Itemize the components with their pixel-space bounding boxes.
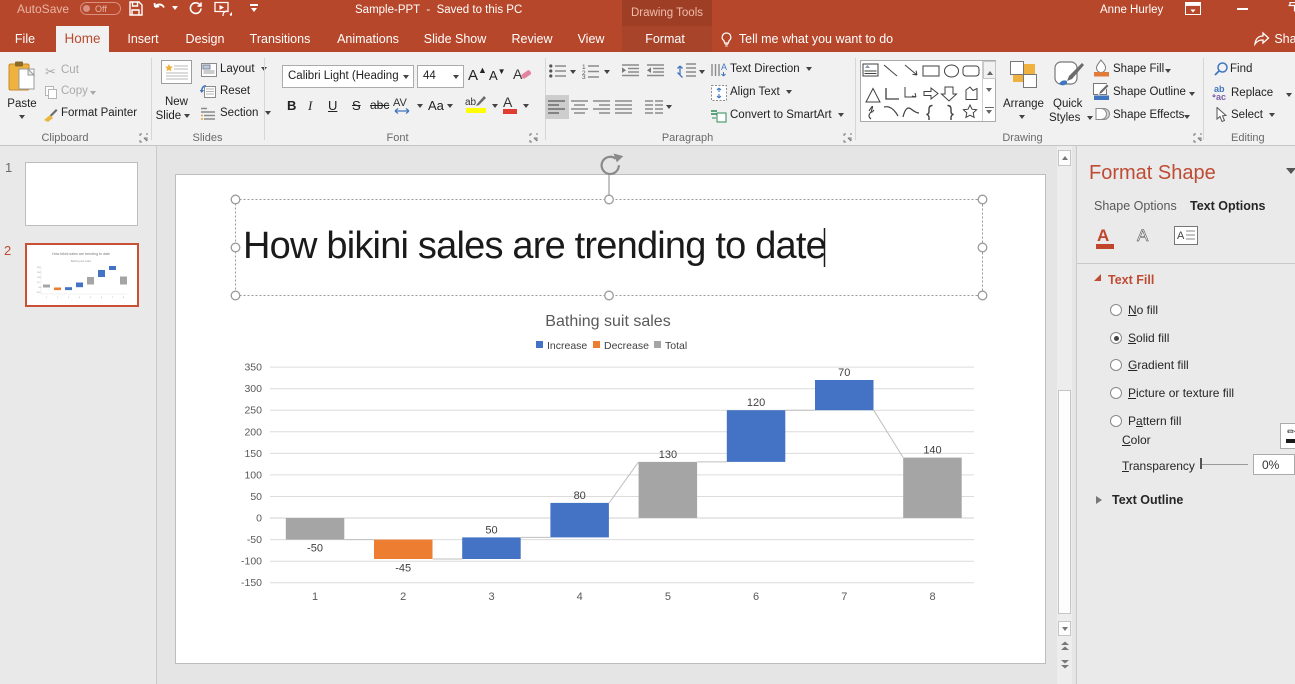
svg-text:A: A (513, 66, 523, 82)
svg-text:4: 4 (79, 297, 81, 299)
svg-text:5: 5 (90, 297, 92, 299)
svg-text:How bikini sales are trending: How bikini sales are trending to date (52, 252, 110, 256)
svg-text:150: 150 (37, 277, 41, 279)
svg-text:8: 8 (123, 297, 125, 299)
svg-text:3: 3 (582, 74, 586, 79)
svg-text:Bathing suit sales: Bathing suit sales (71, 259, 92, 263)
svg-text:1: 1 (46, 297, 48, 299)
svg-text:350: 350 (37, 267, 41, 269)
svg-text:2: 2 (57, 297, 59, 299)
svg-text:-150: -150 (36, 292, 41, 294)
svg-text:7: 7 (112, 297, 114, 299)
svg-text:ab: ab (465, 97, 477, 108)
svg-text:250: 250 (37, 272, 41, 274)
svg-text:ac: ac (1216, 92, 1226, 100)
svg-text:50: 50 (37, 282, 40, 284)
svg-text:A: A (721, 62, 727, 72)
svg-text:AV: AV (393, 97, 408, 109)
svg-text:-50: -50 (38, 287, 42, 289)
svg-text:A: A (503, 94, 513, 110)
svg-text:A: A (1177, 230, 1185, 242)
svg-text:6: 6 (101, 297, 103, 299)
svg-text:3: 3 (68, 297, 70, 299)
